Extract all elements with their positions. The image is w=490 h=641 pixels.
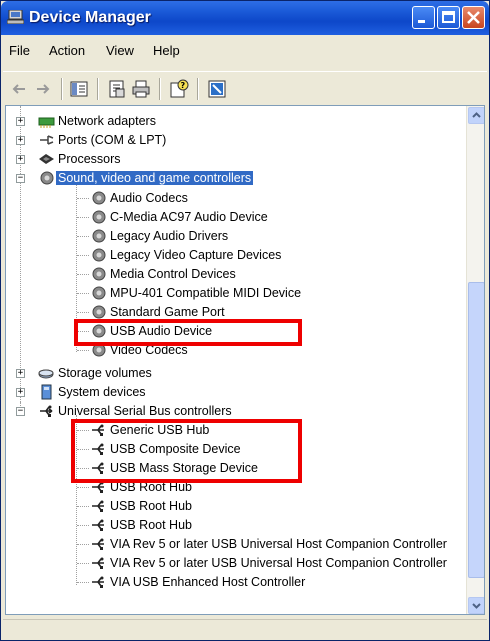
- back-arrow-icon[interactable]: [9, 79, 29, 99]
- minimize-icon: [418, 20, 425, 23]
- tree-category-label: Processors: [58, 152, 121, 166]
- help-icon[interactable]: ?: [169, 79, 189, 99]
- tree-device-label: USB Root Hub: [110, 518, 192, 532]
- show-hide-tree-icon[interactable]: [69, 79, 89, 99]
- print-icon[interactable]: [131, 79, 151, 99]
- tree-device-label: VIA USB Enhanced Host Controller: [110, 575, 306, 589]
- tree-line: [77, 198, 89, 200]
- tree-line: [77, 236, 89, 238]
- toolbar-separator: [61, 78, 63, 100]
- expand-button[interactable]: +: [16, 155, 25, 164]
- tree-line: [77, 350, 89, 352]
- tree-category-label: Ports (COM & LPT): [58, 133, 167, 147]
- expand-button[interactable]: +: [16, 136, 25, 145]
- close-icon: [467, 11, 480, 24]
- minimize-button[interactable]: [412, 6, 435, 29]
- window-title: Device Manager: [29, 9, 151, 26]
- device-tree[interactable]: + + + − + + − Network adapters Ports (CO…: [5, 105, 485, 615]
- menu-help[interactable]: Help: [153, 43, 180, 58]
- tree-device-label: USB Root Hub: [110, 499, 192, 513]
- speaker-icon: [40, 171, 54, 185]
- tree-device-label: VIA Rev 5 or later USB Universal Host Co…: [110, 537, 447, 551]
- system-icon: [41, 384, 52, 400]
- collapse-button[interactable]: −: [16, 407, 25, 416]
- tree-line: [77, 506, 89, 508]
- usb-icon: [92, 519, 104, 531]
- maximize-icon: [442, 11, 455, 23]
- usb-icon: [92, 500, 104, 512]
- tree-line: [77, 544, 89, 546]
- scan-hardware-icon[interactable]: [207, 79, 227, 99]
- computer-icon: [7, 10, 24, 24]
- port-icon: [40, 135, 54, 145]
- usb-icon: [92, 538, 104, 550]
- close-button[interactable]: [462, 6, 485, 29]
- speaker-icon: [92, 191, 106, 205]
- expand-button[interactable]: +: [16, 117, 25, 126]
- svg-text:?: ?: [181, 81, 186, 90]
- menu-action[interactable]: Action: [49, 43, 85, 58]
- speaker-icon: [92, 305, 106, 319]
- tree-device-label: Standard Game Port: [110, 305, 225, 319]
- tree-device-label: C-Media AC97 Audio Device: [110, 210, 268, 224]
- tree-line: [77, 487, 89, 489]
- tree-line: [77, 293, 89, 295]
- device-manager-window: Device Manager File Action View Help ? +…: [0, 0, 490, 641]
- chevron-down-icon: [472, 603, 481, 609]
- tree-category-label: Network adapters: [58, 114, 156, 128]
- tree-device-label: Media Control Devices: [110, 267, 236, 281]
- expand-button[interactable]: +: [16, 369, 25, 378]
- speaker-icon: [92, 248, 106, 262]
- scroll-down-button[interactable]: [468, 597, 484, 614]
- tree-line: [77, 255, 89, 257]
- scroll-thumb[interactable]: [468, 282, 484, 578]
- chevron-up-icon: [472, 112, 481, 118]
- menu-file[interactable]: File: [9, 43, 30, 58]
- network-icon: [38, 117, 55, 128]
- expand-button[interactable]: +: [16, 388, 25, 397]
- tree-line: [77, 525, 89, 527]
- menu-bar: File Action View Help: [3, 39, 487, 63]
- tree-device-label: Legacy Video Capture Devices: [110, 248, 282, 262]
- collapse-button[interactable]: −: [16, 174, 25, 183]
- title-bar[interactable]: Device Manager: [1, 1, 489, 35]
- toolbar-separator: [197, 78, 199, 100]
- tree-line: [77, 563, 89, 565]
- tree-line: [77, 312, 89, 314]
- status-bar: [3, 619, 487, 640]
- tree-category-label: Sound, video and game controllers: [56, 171, 254, 185]
- processor-icon: [39, 154, 54, 164]
- toolbar: ?: [3, 71, 487, 104]
- tree-line: [77, 274, 89, 276]
- speaker-icon: [92, 286, 106, 300]
- speaker-icon: [92, 267, 106, 281]
- tree-line: [20, 106, 22, 402]
- tree-line: [77, 582, 89, 584]
- properties-icon[interactable]: [107, 79, 127, 99]
- usb-icon: [92, 557, 104, 569]
- highlight-usb-audio: [74, 319, 302, 346]
- maximize-button[interactable]: [437, 6, 460, 29]
- tree-line: [77, 217, 89, 219]
- tree-category-label: Storage volumes: [58, 366, 152, 380]
- usb-icon: [40, 405, 53, 417]
- speaker-icon: [92, 210, 106, 224]
- tree-device-label: Audio Codecs: [110, 191, 188, 205]
- tree-device-label: MPU-401 Compatible MIDI Device: [110, 286, 302, 300]
- usb-icon: [92, 576, 104, 588]
- speaker-icon: [92, 229, 106, 243]
- vertical-scrollbar[interactable]: [466, 106, 484, 614]
- tree-category-label: Universal Serial Bus controllers: [58, 404, 232, 418]
- storage-icon: [38, 369, 54, 379]
- tree-category-label: System devices: [58, 385, 146, 399]
- toolbar-separator: [159, 78, 161, 100]
- tree-device-label: Legacy Audio Drivers: [110, 229, 229, 243]
- highlight-usb-devices: [71, 419, 302, 483]
- tree-device-label: VIA Rev 5 or later USB Universal Host Co…: [110, 556, 447, 570]
- menu-view[interactable]: View: [106, 43, 134, 58]
- scroll-up-button[interactable]: [468, 107, 484, 124]
- forward-arrow-icon[interactable]: [33, 79, 53, 99]
- toolbar-separator: [97, 78, 99, 100]
